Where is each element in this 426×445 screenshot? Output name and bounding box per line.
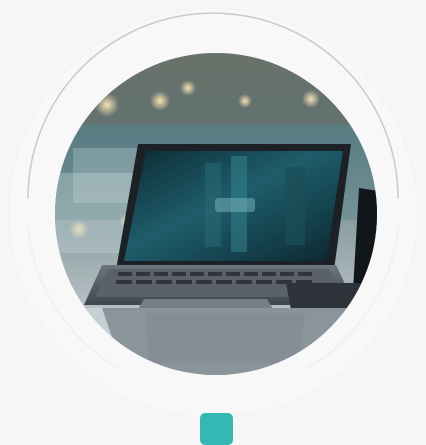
laptop-photo [55, 53, 377, 375]
laptop-photo-illustration [55, 53, 377, 375]
media-card [0, 0, 426, 445]
carousel-indicator[interactable] [200, 413, 233, 445]
